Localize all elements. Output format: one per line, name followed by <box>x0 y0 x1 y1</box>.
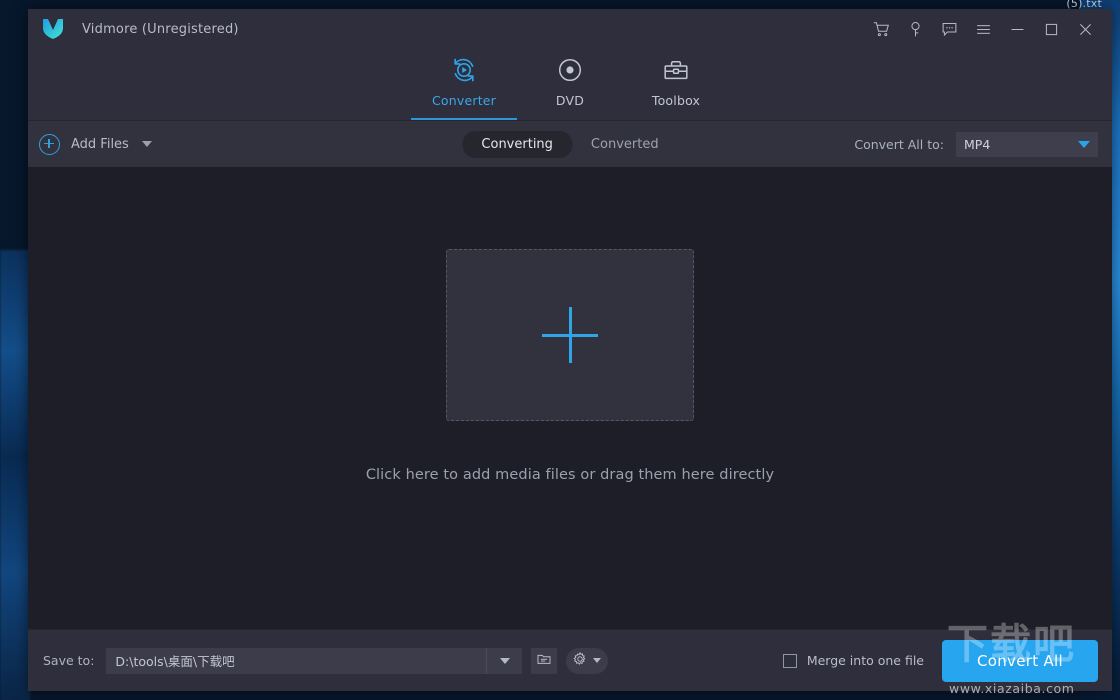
tab-converted[interactable]: Converted <box>572 131 678 158</box>
key-icon[interactable] <box>898 11 932 47</box>
convert-all-to-label: Convert All to: <box>854 136 944 152</box>
open-folder-button[interactable] <box>531 647 558 674</box>
toolbox-icon <box>662 55 690 85</box>
plus-icon <box>542 307 598 363</box>
chevron-down-icon <box>499 657 510 664</box>
chevron-down-icon <box>1078 140 1090 148</box>
titlebar-buttons <box>864 9 1112 49</box>
settings-button[interactable] <box>566 647 609 674</box>
desktop-background: (5).txt Vidmore (Unregistered) Converter… <box>0 0 1120 700</box>
dvd-icon <box>556 55 584 85</box>
dropzone-hint: Click here to add media files or drag th… <box>365 467 775 483</box>
tab-dvd-label: DVD <box>555 93 585 108</box>
tab-toolbox-label: Toolbox <box>651 93 701 108</box>
menu-icon[interactable] <box>966 11 1000 47</box>
desktop-glow-left <box>0 250 30 700</box>
merge-label: Merge into one file <box>806 653 924 668</box>
chevron-down-icon <box>593 658 602 663</box>
status-tabs: Converting Converted <box>462 130 678 158</box>
app-logo-icon <box>40 16 66 42</box>
minimize-icon[interactable] <box>1000 11 1034 47</box>
format-select[interactable]: MP4 <box>956 131 1098 157</box>
bottom-bar: Save to: D:\tools\桌面\下载吧 Merge into one … <box>28 629 1112 691</box>
folder-icon <box>536 651 552 671</box>
chat-icon[interactable] <box>932 11 966 47</box>
content-area: Click here to add media files or drag th… <box>28 167 1112 629</box>
convert-all-button[interactable]: Convert All <box>942 639 1098 682</box>
app-title: Vidmore (Unregistered) <box>82 21 239 37</box>
format-select-value: MP4 <box>964 136 991 152</box>
merge-checkbox[interactable] <box>782 653 797 668</box>
dropzone[interactable] <box>446 249 694 421</box>
title-bar: Vidmore (Unregistered) <box>28 9 1112 49</box>
tab-toolbox[interactable]: Toolbox <box>623 49 729 120</box>
toolbar: Add Files Converting Converted Convert A… <box>28 120 1112 167</box>
convert-all-to-group: Convert All to: MP4 <box>854 131 1112 157</box>
tab-converting[interactable]: Converting <box>462 130 572 158</box>
maximize-icon[interactable] <box>1034 11 1068 47</box>
save-to-label: Save to: <box>43 653 95 668</box>
gear-icon <box>572 651 588 671</box>
save-path-input[interactable]: D:\tools\桌面\下载吧 <box>106 647 487 674</box>
save-path-group: D:\tools\桌面\下载吧 <box>106 647 523 674</box>
window-header: Vidmore (Unregistered) Converter DVD Too… <box>28 9 1112 120</box>
converter-icon <box>450 55 478 85</box>
tab-converter-label: Converter <box>431 93 497 108</box>
tab-converter[interactable]: Converter <box>411 49 517 120</box>
merge-into-one-file-group[interactable]: Merge into one file <box>782 653 924 668</box>
app-window: Vidmore (Unregistered) Converter DVD Too… <box>28 9 1112 691</box>
close-icon[interactable] <box>1068 11 1102 47</box>
add-files-button[interactable]: Add Files <box>39 133 152 155</box>
save-path-dropdown-button[interactable] <box>486 647 523 674</box>
cart-icon[interactable] <box>864 11 898 47</box>
add-files-label: Add Files <box>71 136 129 152</box>
tab-dvd[interactable]: DVD <box>517 49 623 120</box>
chevron-down-icon[interactable] <box>141 141 152 147</box>
main-nav: Converter DVD Toolbox <box>28 49 1112 120</box>
plus-circle-icon <box>39 133 60 155</box>
